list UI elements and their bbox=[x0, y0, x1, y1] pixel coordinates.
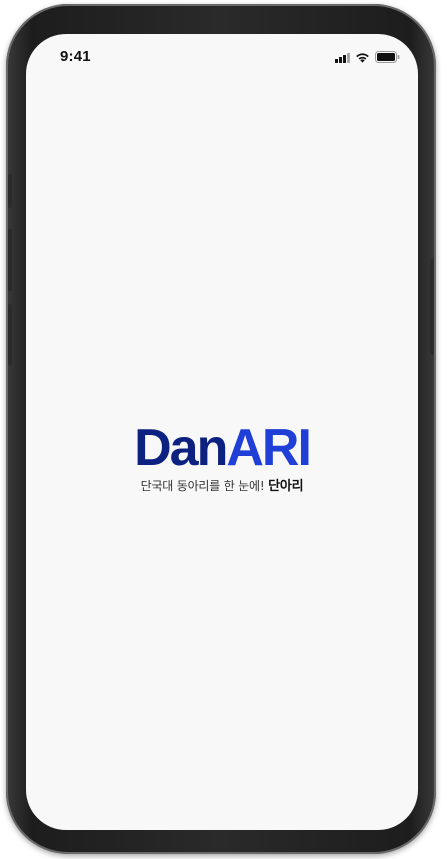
app-logo: DanARI bbox=[134, 419, 312, 477]
splash-content: DanARI 단국대 동아리를 한 눈에! 단아리 bbox=[26, 422, 418, 494]
phone-screen: 9:41 DanARI 단국대 동아리를 한 눈에! 단아리 bbox=[26, 34, 418, 830]
mute-switch bbox=[8, 174, 12, 208]
volume-down-button bbox=[8, 304, 12, 366]
tagline: 단국대 동아리를 한 눈에! 단아리 bbox=[26, 475, 418, 494]
tagline-text: 단국대 동아리를 한 눈에! bbox=[140, 479, 265, 493]
wifi-icon bbox=[355, 52, 370, 63]
status-time: 9:41 bbox=[60, 48, 91, 65]
battery-icon bbox=[375, 51, 400, 63]
page: 9:41 DanARI 단국대 동아리를 한 눈에! 단아리 bbox=[0, 0, 447, 859]
cellular-signal-icon bbox=[335, 53, 350, 63]
logo-ari: ARI bbox=[226, 419, 312, 477]
volume-up-button bbox=[8, 229, 12, 291]
power-button bbox=[430, 259, 434, 355]
tagline-app-name: 단아리 bbox=[268, 479, 304, 494]
logo-dan: Dan bbox=[134, 419, 228, 477]
status-icons bbox=[335, 51, 400, 63]
status-bar: 9:41 bbox=[26, 34, 418, 80]
